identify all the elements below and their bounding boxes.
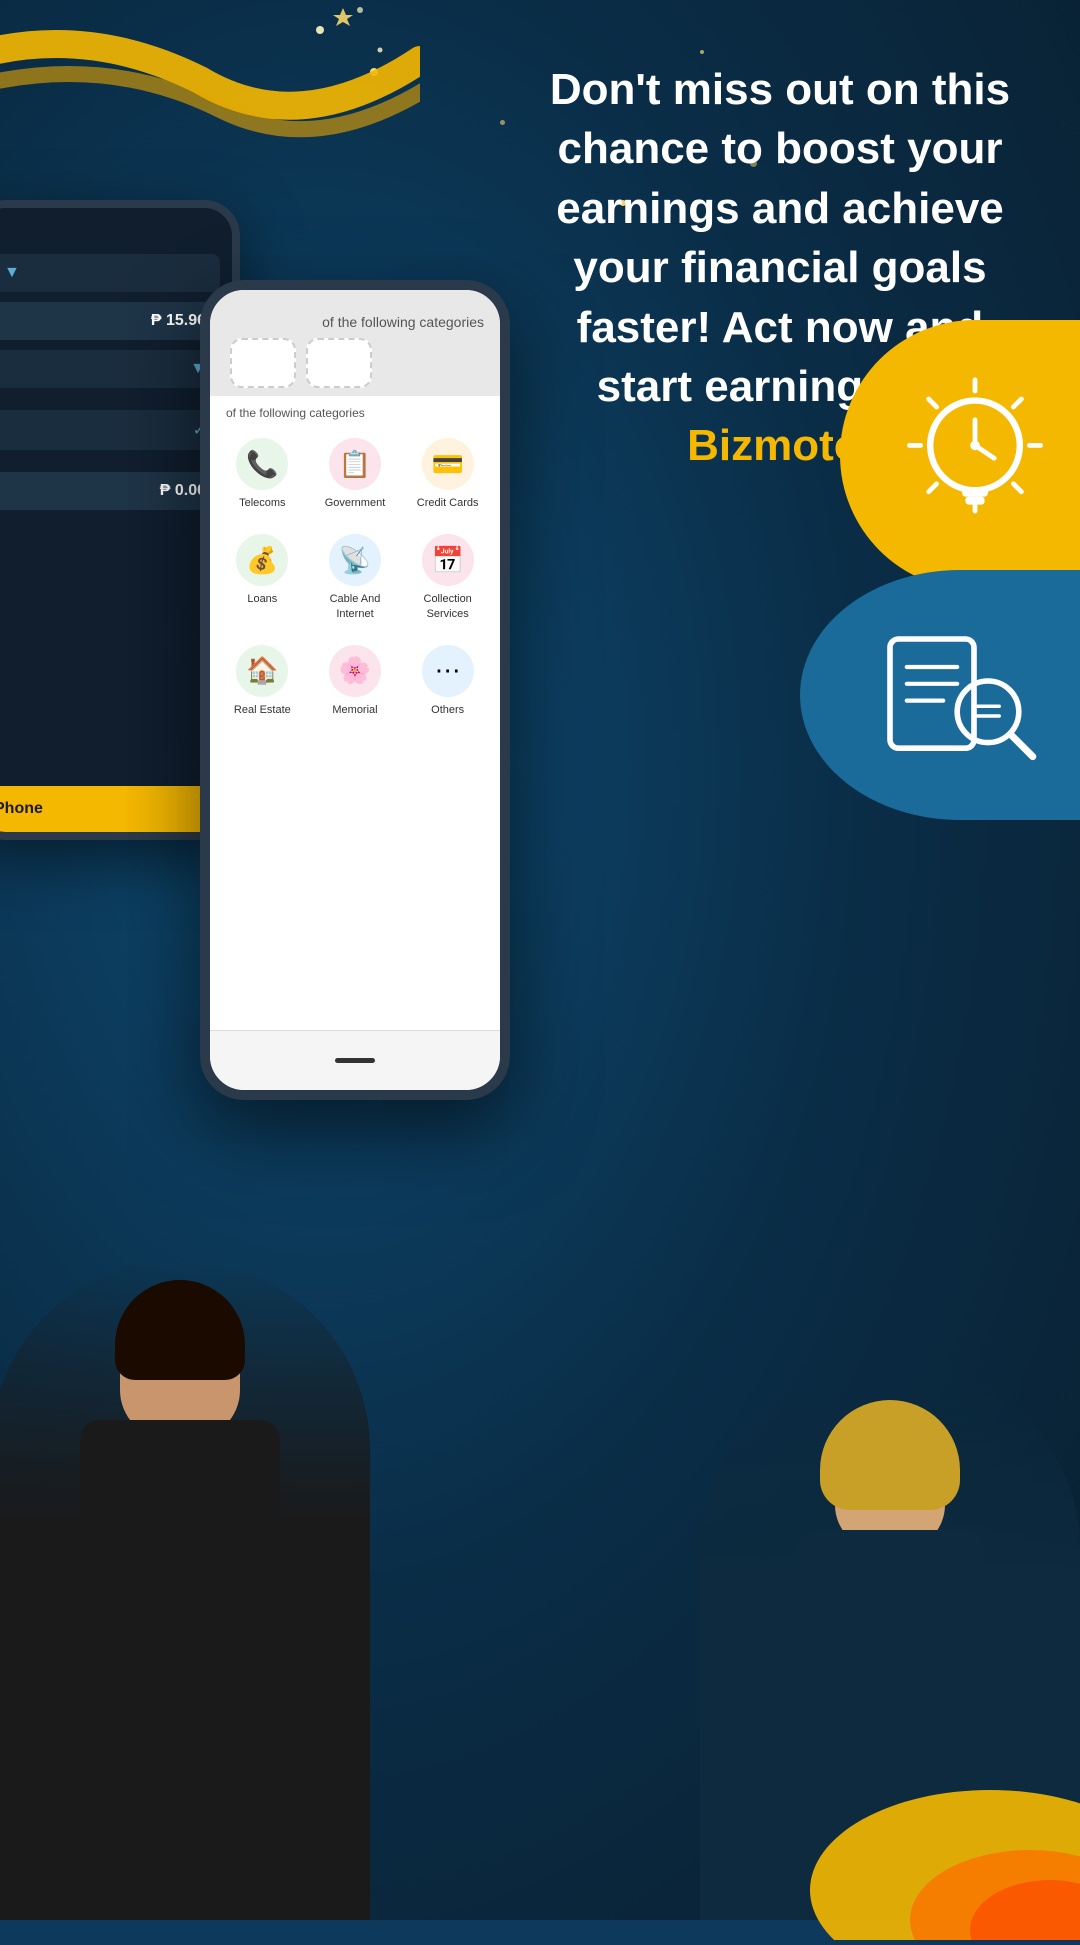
nav-indicator [335,1058,375,1063]
category-icon-credit-cards: 💳 [422,438,474,490]
dropdown-row-1[interactable]: ▼ [0,254,220,292]
category-item-memorial[interactable]: 🌸 Memorial [311,635,400,727]
category-icon-others: ⋯ [422,645,474,697]
sparkle-2 [500,120,505,125]
header-text: of the following categories [226,314,484,330]
gold-blob-bottom [790,1740,1080,1940]
category-icon-government: 📋 [329,438,381,490]
person-left-shirt [80,1420,280,1720]
person-left [0,1240,410,1920]
category-label: Cable And Internet [315,592,396,621]
gold-ribbon [0,0,420,220]
category-subtitle: of the following categories [210,396,500,424]
amount-2: ₱ 0.00 [4,482,206,500]
category-icon-cable-and-internet: 📡 [329,534,381,586]
doc-search-icon [870,625,1050,765]
person-left-hair [115,1280,245,1380]
search-box-2 [306,338,372,388]
category-item-others[interactable]: ⋯ Others [403,635,492,727]
category-item-credit-cards[interactable]: 💳 Credit Cards [403,428,492,520]
phone-center: of the following categories of the follo… [200,280,510,1100]
search-box-1 [230,338,296,388]
amount-1: ₱ 15.96 [4,312,206,330]
person-left-body [0,1260,370,1920]
person-right-hair [820,1400,960,1510]
footer-label: Phone [0,800,43,817]
category-label: Loans [247,592,277,606]
category-label: Memorial [332,703,377,717]
category-item-cable-and-internet[interactable]: 📡 Cable And Internet [311,524,400,631]
dropdown-row-2[interactable]: ▼ [0,350,220,388]
category-icon-memorial: 🌸 [329,645,381,697]
category-label: Others [431,703,464,717]
category-icon-collection-services: 📅 [422,534,474,586]
categories-grid: 📞 Telecoms 📋 Government 💳 Credit Cards 💰 Loans 📡… [210,424,500,731]
category-icon-loans: 💰 [236,534,288,586]
category-item-real-estate[interactable]: 🏠 Real Estate [218,635,307,727]
category-label: Credit Cards [417,496,479,510]
sparkle-4 [700,50,704,54]
category-icon-telecoms: 📞 [236,438,288,490]
category-label: Telecoms [239,496,285,510]
bulb-icon [895,375,1055,535]
phone-nav [210,1030,500,1090]
category-item-government[interactable]: 📋 Government [311,428,400,520]
phone-left-footer[interactable]: Phone [0,786,232,832]
category-label: Government [325,496,386,510]
category-item-loans[interactable]: 💰 Loans [218,524,307,631]
category-item-collection-services[interactable]: 📅 Collection Services [403,524,492,631]
category-icon-real-estate: 🏠 [236,645,288,697]
dropdown-row-3[interactable]: ✓ [0,410,220,450]
category-item-telecoms[interactable]: 📞 Telecoms [218,428,307,520]
category-label: Real Estate [234,703,291,717]
category-label: Collection Services [407,592,488,621]
